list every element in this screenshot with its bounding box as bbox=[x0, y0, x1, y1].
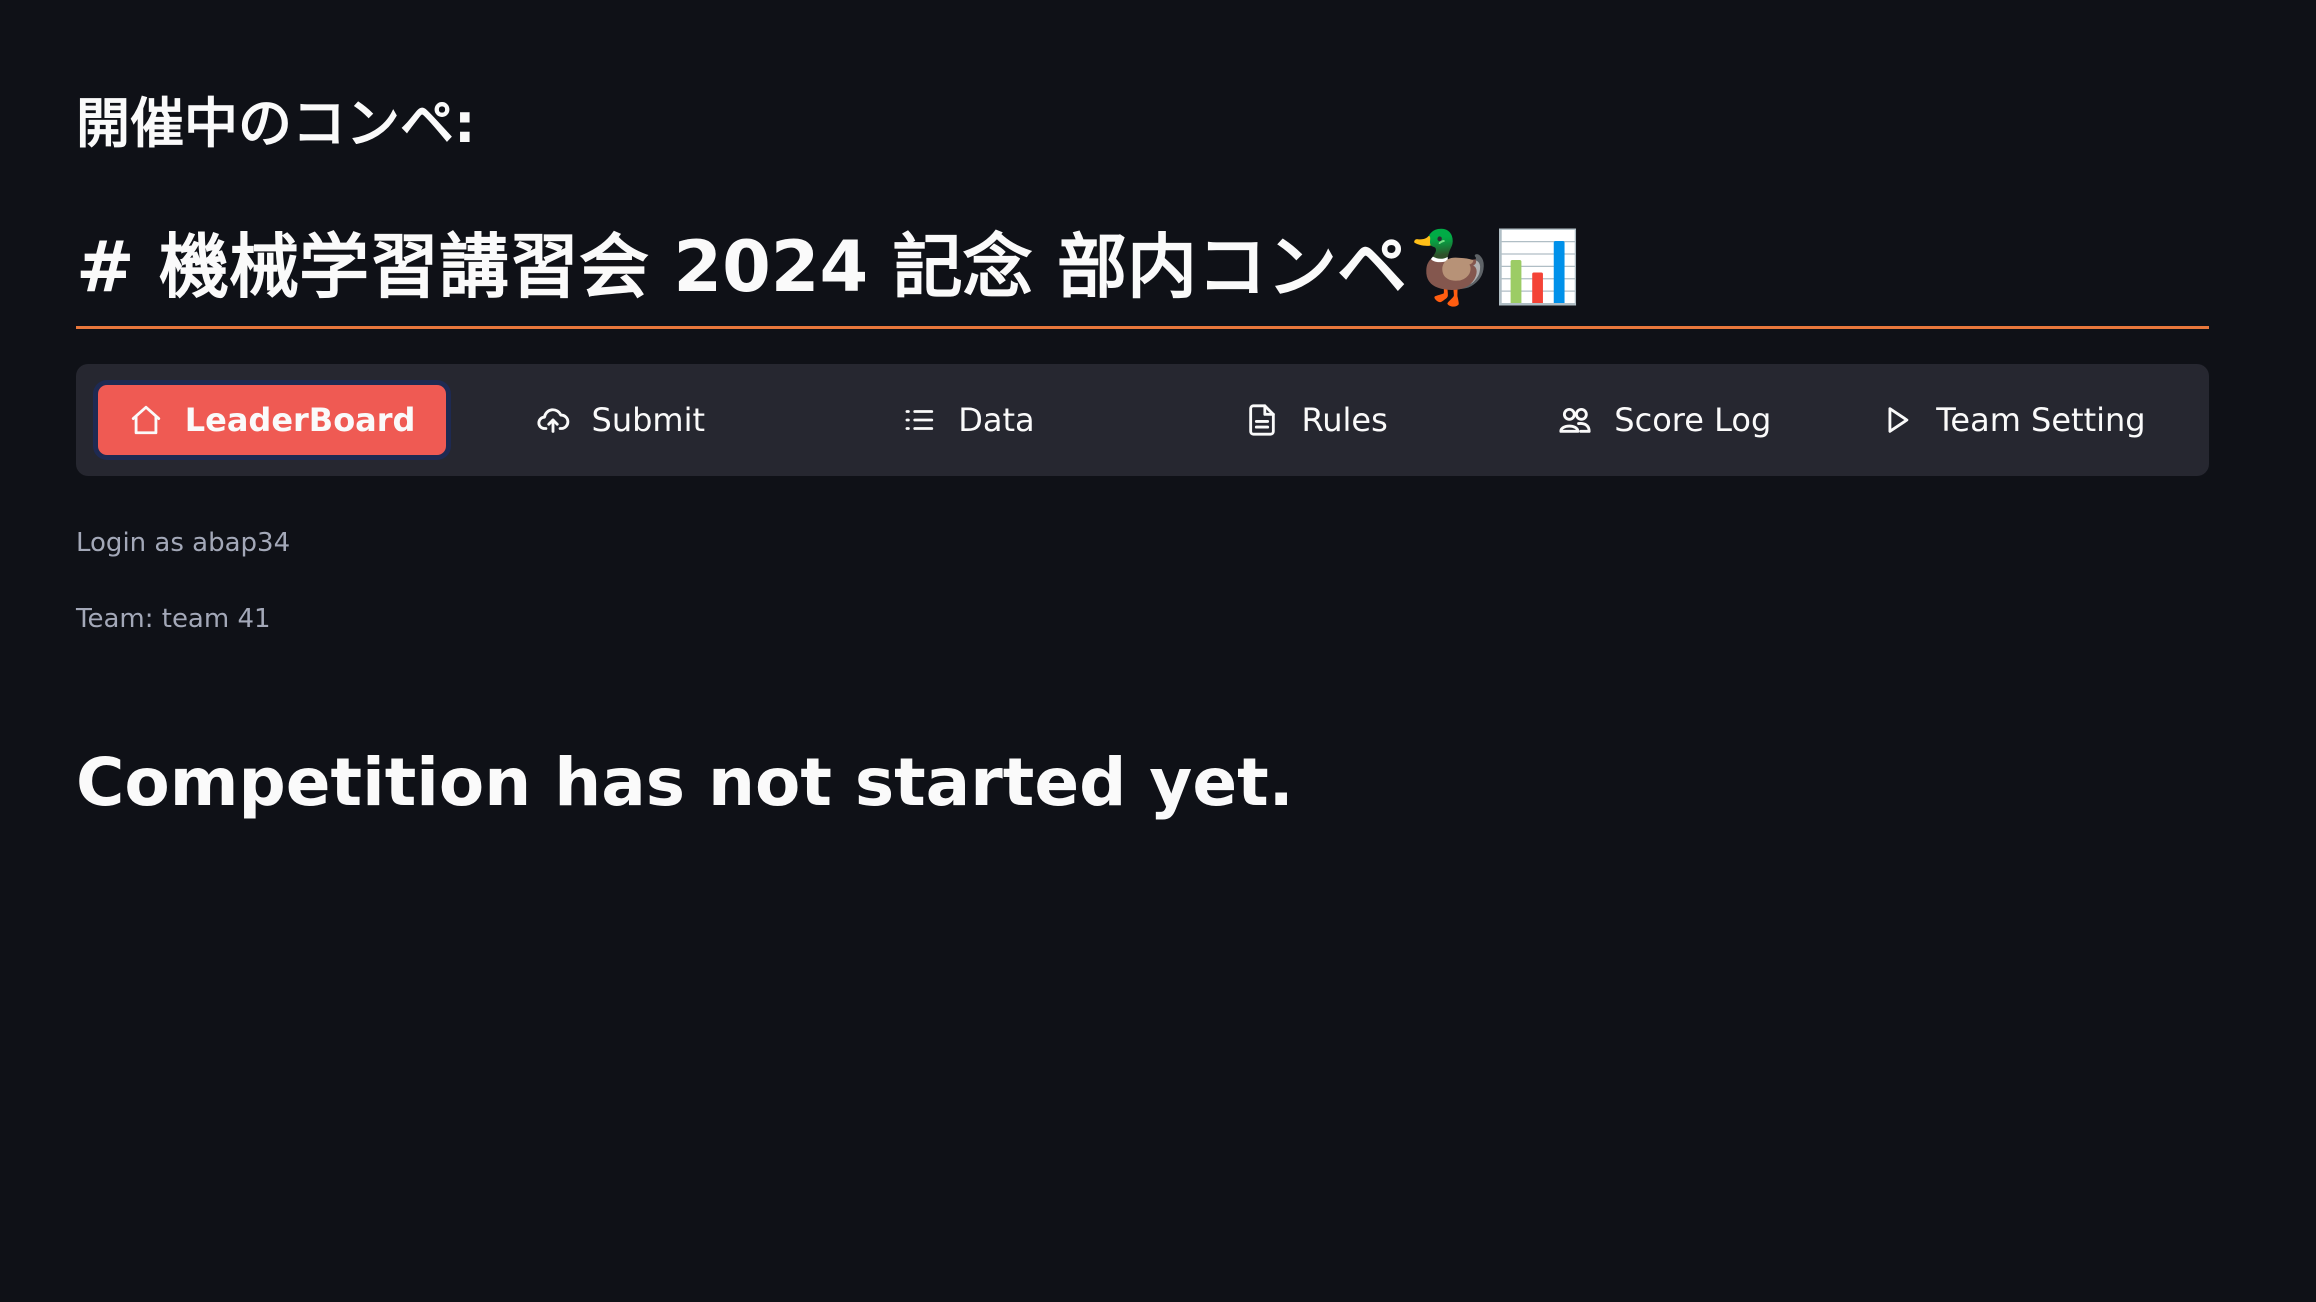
tab-label: Data bbox=[958, 401, 1035, 439]
people-icon bbox=[1558, 403, 1592, 437]
tab-rules[interactable]: Rules bbox=[1143, 385, 1491, 455]
tab-submit[interactable]: Submit bbox=[446, 385, 794, 455]
competition-status-message: Competition has not started yet. bbox=[76, 744, 1294, 821]
subheading: 開催中のコンペ: bbox=[76, 92, 476, 155]
tab-data[interactable]: Data bbox=[794, 385, 1142, 455]
page: 開催中のコンペ: # 機械学習講習会 2024 記念 部内コンペ🦆📊 Leade… bbox=[0, 0, 2316, 1302]
tab-score-log[interactable]: Score Log bbox=[1491, 385, 1839, 455]
title-divider bbox=[76, 326, 2209, 329]
play-icon bbox=[1880, 403, 1914, 437]
competition-title: # 機械学習講習会 2024 記念 部内コンペ🦆📊 bbox=[76, 226, 1582, 308]
home-icon bbox=[129, 403, 163, 437]
tab-team-setting[interactable]: Team Setting bbox=[1839, 385, 2187, 455]
cloud-upload-icon bbox=[536, 403, 570, 437]
nav-bar: LeaderBoard Submit Data Rules Score Log bbox=[76, 364, 2209, 476]
tab-label: Rules bbox=[1301, 401, 1388, 439]
list-icon bbox=[902, 403, 936, 437]
tab-label: Team Setting bbox=[1936, 401, 2146, 439]
team-info: Team: team 41 bbox=[76, 604, 271, 634]
document-icon bbox=[1245, 403, 1279, 437]
tab-label: Score Log bbox=[1614, 401, 1772, 439]
tab-label: Submit bbox=[591, 401, 706, 439]
tab-leaderboard[interactable]: LeaderBoard bbox=[98, 385, 447, 455]
login-info: Login as abap34 bbox=[76, 528, 291, 558]
tab-label: LeaderBoard bbox=[184, 401, 416, 439]
